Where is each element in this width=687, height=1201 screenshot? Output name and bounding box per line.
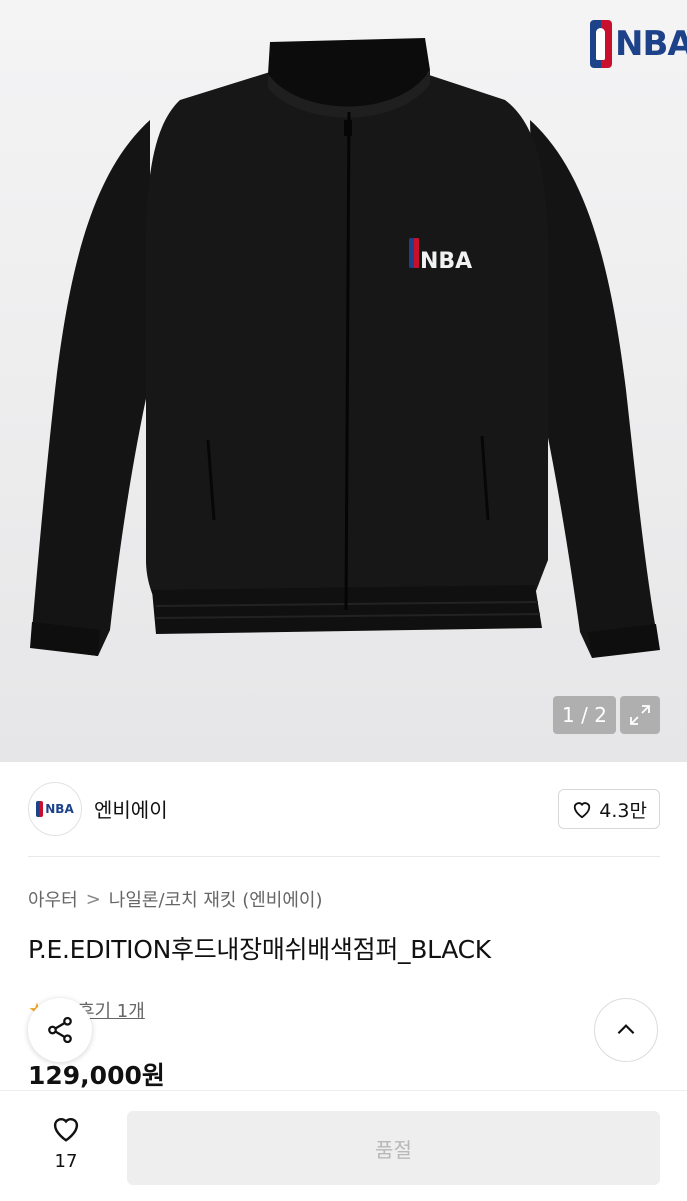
product-price: 129,000원 [28,1061,165,1090]
sold-out-button[interactable]: 품절 [127,1111,660,1185]
breadcrumb-item-category[interactable]: 나일론/코치 재킷 (엔비에이) [109,886,323,912]
breadcrumb-item-outer[interactable]: 아우터 [28,886,78,912]
heart-icon [53,1117,79,1142]
brand-like-button[interactable]: 4.3만 [558,789,660,829]
nba-logo-icon: NBA [590,20,687,68]
chevron-up-icon [617,1024,635,1035]
expand-icon [630,705,650,725]
jacket-image: NBA [30,38,660,658]
expand-image-button[interactable] [620,696,660,734]
breadcrumb: 아우터 > 나일론/코치 재킷 (엔비에이) [28,886,323,912]
nba-logo-mark [590,20,612,68]
divider [28,856,660,857]
nba-logo-icon [36,801,44,817]
share-button[interactable] [28,998,92,1062]
brand-avatar-text: NBA [45,802,74,816]
brand-name[interactable]: 엔비에이 [94,794,168,823]
image-page-counter: 1 / 2 [553,696,616,734]
heart-icon [571,799,593,819]
wishlist-button[interactable]: 17 [36,1113,96,1172]
product-image-carousel[interactable]: NBA NBA 1 / 2 [0,0,687,762]
nba-logo-text: NBA [615,24,687,64]
breadcrumb-separator: > [85,888,101,910]
brand-row[interactable]: NBA 엔비에이 4.3만 [28,782,660,838]
brand-like-count: 4.3만 [599,799,647,822]
product-title: P.E.EDITION후드내장매쉬배색점퍼_BLACK [28,935,491,964]
bottom-action-bar: 17 품절 [0,1090,687,1201]
jacket-logo-text: NBA [420,249,472,274]
scroll-top-button[interactable] [594,998,658,1062]
share-icon [48,1016,72,1044]
brand-avatar[interactable]: NBA [28,782,82,836]
wishlist-count: 17 [54,1151,78,1172]
